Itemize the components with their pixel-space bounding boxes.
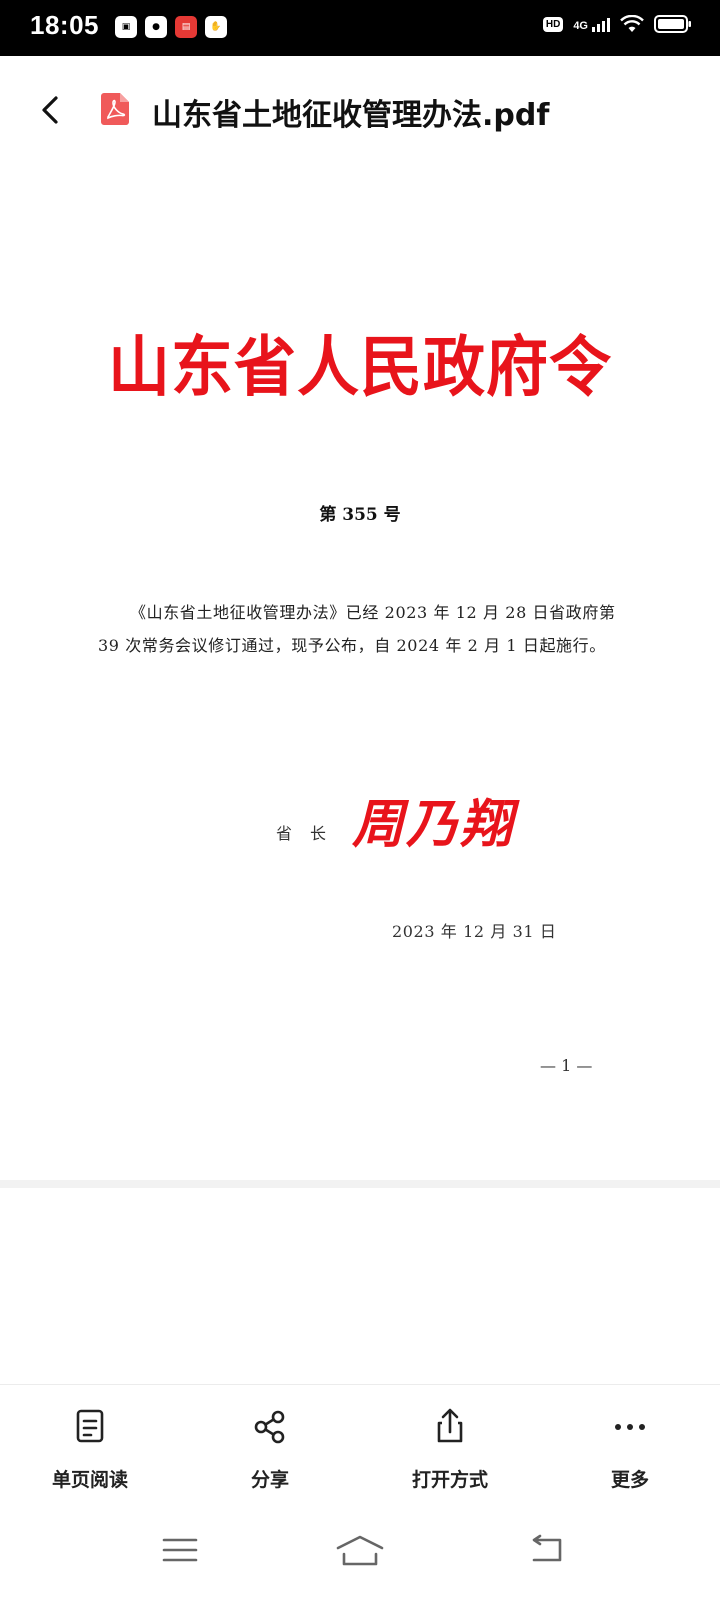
single-page-button[interactable]: 单页阅读 xyxy=(0,1385,180,1505)
open-with-button[interactable]: 打开方式 xyxy=(360,1385,540,1505)
hd-badge: HD xyxy=(542,16,564,32)
single-page-label: 单页阅读 xyxy=(51,1469,128,1491)
share-icon xyxy=(254,1410,285,1444)
home-icon[interactable] xyxy=(334,1534,386,1568)
decree-number: 第 355 号 xyxy=(319,505,401,525)
pdf-file-icon xyxy=(101,93,129,125)
nav-back-icon[interactable] xyxy=(526,1534,566,1566)
signature: 周乃翔 xyxy=(352,794,515,855)
page-number: — 1 — xyxy=(540,1056,593,1075)
app-header: 山东省土地征收管理办法.pdf xyxy=(0,56,720,166)
hand-notification-icon: ✋ xyxy=(205,16,227,38)
bottom-toolbar: 单页阅读 分享 打开方式 更多 xyxy=(0,1384,720,1505)
signing-date: 2023 年 12 月 31 日 xyxy=(392,922,557,941)
document-title: 山东省土地征收管理办法.pdf xyxy=(152,98,550,133)
back-button[interactable] xyxy=(32,90,72,130)
battery-icon xyxy=(654,15,691,33)
page-divider xyxy=(0,1180,720,1188)
chevron-left-icon xyxy=(42,96,58,124)
page-icon xyxy=(76,1409,104,1443)
export-icon xyxy=(437,1408,463,1443)
menu-icon[interactable] xyxy=(160,1534,200,1566)
status-indicators: HD 4G xyxy=(542,14,692,34)
share-label: 分享 xyxy=(250,1469,289,1491)
decree-title: 山东省人民政府令 xyxy=(107,328,612,406)
status-time: 18:05 xyxy=(30,10,99,40)
notification-icons: ▣ ● ▤ ✋ xyxy=(115,16,227,38)
app-notification-icon: ▣ xyxy=(115,16,137,38)
more-button[interactable]: 更多 xyxy=(540,1385,720,1505)
baidu-notification-icon: ● xyxy=(145,16,167,38)
news-notification-icon: ▤ xyxy=(175,16,197,38)
cell-signal-icon: 4G xyxy=(573,16,610,32)
signer-label: 省长 xyxy=(276,824,345,843)
status-bar: 18:05 ▣ ● ▤ ✋ HD 4G xyxy=(0,0,720,56)
wifi-icon xyxy=(620,15,644,32)
more-label: 更多 xyxy=(610,1469,649,1491)
pdf-page[interactable]: 山东省人民政府令 第 355 号 《山东省土地征收管理办法》已经 2023 年 … xyxy=(0,166,720,1180)
more-icon xyxy=(615,1424,645,1430)
decree-body: 《山东省土地征收管理办法》已经 2023 年 12 月 28 日省政府第 39 … xyxy=(98,603,616,655)
open-with-label: 打开方式 xyxy=(411,1469,488,1491)
navigation-bar xyxy=(0,1504,720,1600)
share-button[interactable]: 分享 xyxy=(180,1385,360,1505)
